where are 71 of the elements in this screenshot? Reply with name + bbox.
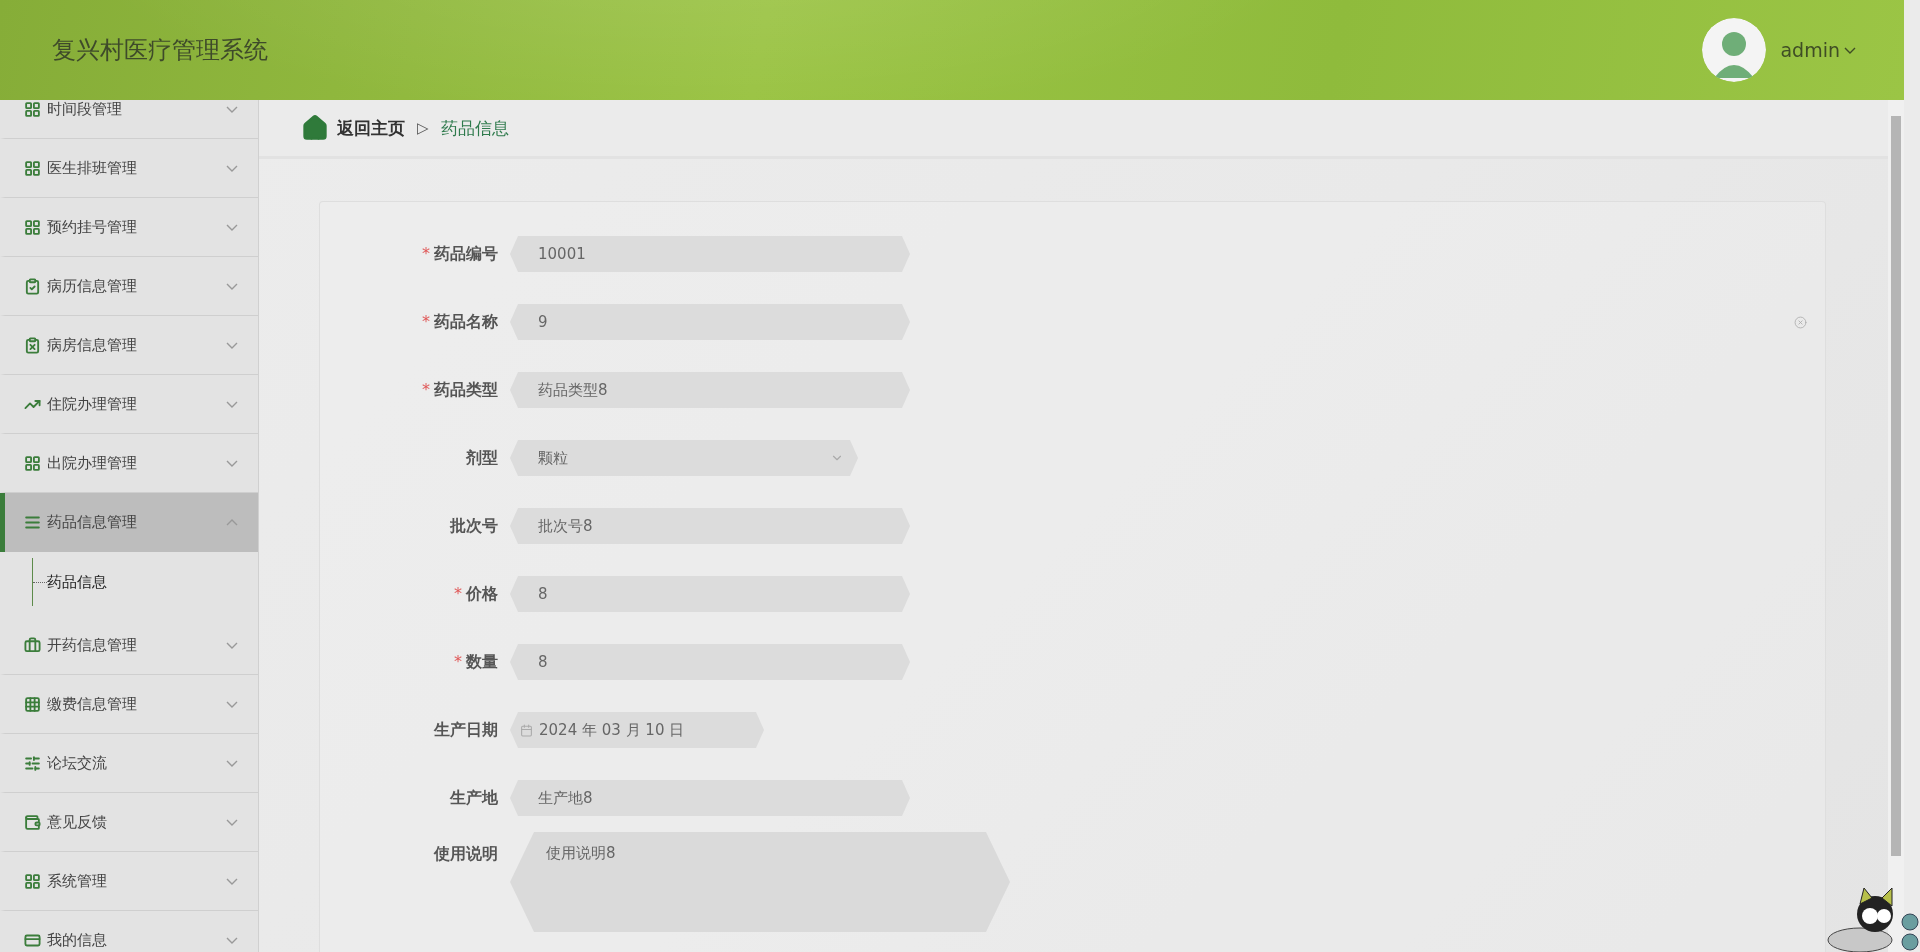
grid-icon: [24, 218, 41, 236]
home-link[interactable]: 返回主页: [337, 116, 405, 140]
sidebar-item[interactable]: 预约挂号管理: [0, 198, 258, 257]
text-field[interactable]: 8: [510, 644, 910, 680]
field-label: 批次号: [448, 515, 499, 537]
field-label: * 数量: [453, 651, 499, 673]
home-icon: [301, 114, 329, 142]
chevron-down-icon: [226, 341, 238, 349]
chevron-down-icon: [226, 223, 238, 231]
sidebar-item[interactable]: 意见反馈: [0, 793, 258, 852]
chevron-down-icon: [226, 877, 238, 885]
wallet-icon: [24, 813, 41, 831]
sidebar-item[interactable]: 系统管理: [0, 852, 258, 911]
sidebar-item[interactable]: 病房信息管理: [0, 316, 258, 375]
sidebar-item[interactable]: 缴费信息管理: [0, 675, 258, 734]
text-field[interactable]: 10001: [510, 236, 910, 272]
breadcrumb-separator: ▷: [417, 119, 429, 137]
field-label: * 价格: [453, 583, 499, 605]
avatar: [1702, 18, 1767, 82]
sidebar-item[interactable]: 医生排班管理: [0, 139, 258, 198]
sidebar-item[interactable]: 住院办理管理: [0, 375, 258, 434]
chevron-down-icon: [1844, 46, 1856, 54]
text-field[interactable]: 批次号8: [510, 508, 910, 544]
grid-icon: [24, 872, 41, 890]
chevron-up-icon: [226, 519, 238, 526]
clipboard-check-icon: [24, 277, 41, 295]
field-label: * 药品类型: [421, 379, 499, 401]
sidebar-item[interactable]: 我的信息: [0, 911, 258, 952]
clear-icon[interactable]: [1794, 315, 1807, 329]
sidebar-subitem[interactable]: 药品信息: [47, 572, 107, 592]
text-field[interactable]: 生产地8: [510, 780, 910, 816]
text-field[interactable]: 9: [510, 304, 910, 340]
scrollbar-thumb[interactable]: [1891, 116, 1901, 856]
chevron-down-icon: [226, 400, 238, 408]
field-label: 生产地: [448, 787, 499, 809]
grid-icon: [24, 454, 41, 472]
chevron-down-icon: [226, 105, 238, 113]
sidebar-item[interactable]: 时间段管理: [0, 100, 258, 139]
grid-icon: [24, 159, 41, 177]
sidebar-item[interactable]: 药品信息管理: [0, 493, 258, 552]
chevron-down-icon: [226, 700, 238, 708]
clipboard-x-icon: [24, 336, 41, 354]
calendar-icon: [520, 723, 533, 737]
chevron-down-icon: [226, 282, 238, 290]
field-label: 使用说明: [432, 844, 499, 865]
field-label: * 药品编号: [421, 243, 499, 265]
chevron-down-icon: [226, 818, 238, 826]
select-field[interactable]: 颗粒: [510, 440, 858, 476]
sidebar-item[interactable]: 论坛交流: [0, 734, 258, 793]
breadcrumb-current: 药品信息: [440, 116, 509, 140]
field-label: 生产日期: [432, 719, 499, 741]
date-field[interactable]: 2024 年 03 月 10 日: [510, 712, 764, 748]
chevron-down-icon: [226, 164, 238, 172]
text-field[interactable]: 药品类型8: [510, 372, 910, 408]
field-label: 剂型: [465, 447, 499, 469]
sidebar-item[interactable]: 病历信息管理: [0, 257, 258, 316]
chevron-down-icon: [226, 641, 238, 649]
sliders-icon: [24, 754, 41, 772]
app-title: 复兴村医疗管理系统: [52, 35, 268, 66]
chevron-down-icon: [226, 936, 238, 944]
text-field[interactable]: 8: [510, 576, 910, 612]
grid-icon: [24, 100, 41, 118]
briefcase-icon: [24, 636, 41, 654]
field-label: * 药品名称: [421, 311, 499, 333]
chevron-down-icon: [226, 759, 238, 767]
sidebar-item[interactable]: 开药信息管理: [0, 616, 258, 675]
grid-icon: [24, 695, 41, 713]
chevron-down-icon: [226, 459, 238, 467]
textarea-field[interactable]: 使用说明8: [510, 832, 1010, 932]
user-menu[interactable]: admin: [1780, 39, 1856, 61]
list-icon: [24, 514, 41, 531]
